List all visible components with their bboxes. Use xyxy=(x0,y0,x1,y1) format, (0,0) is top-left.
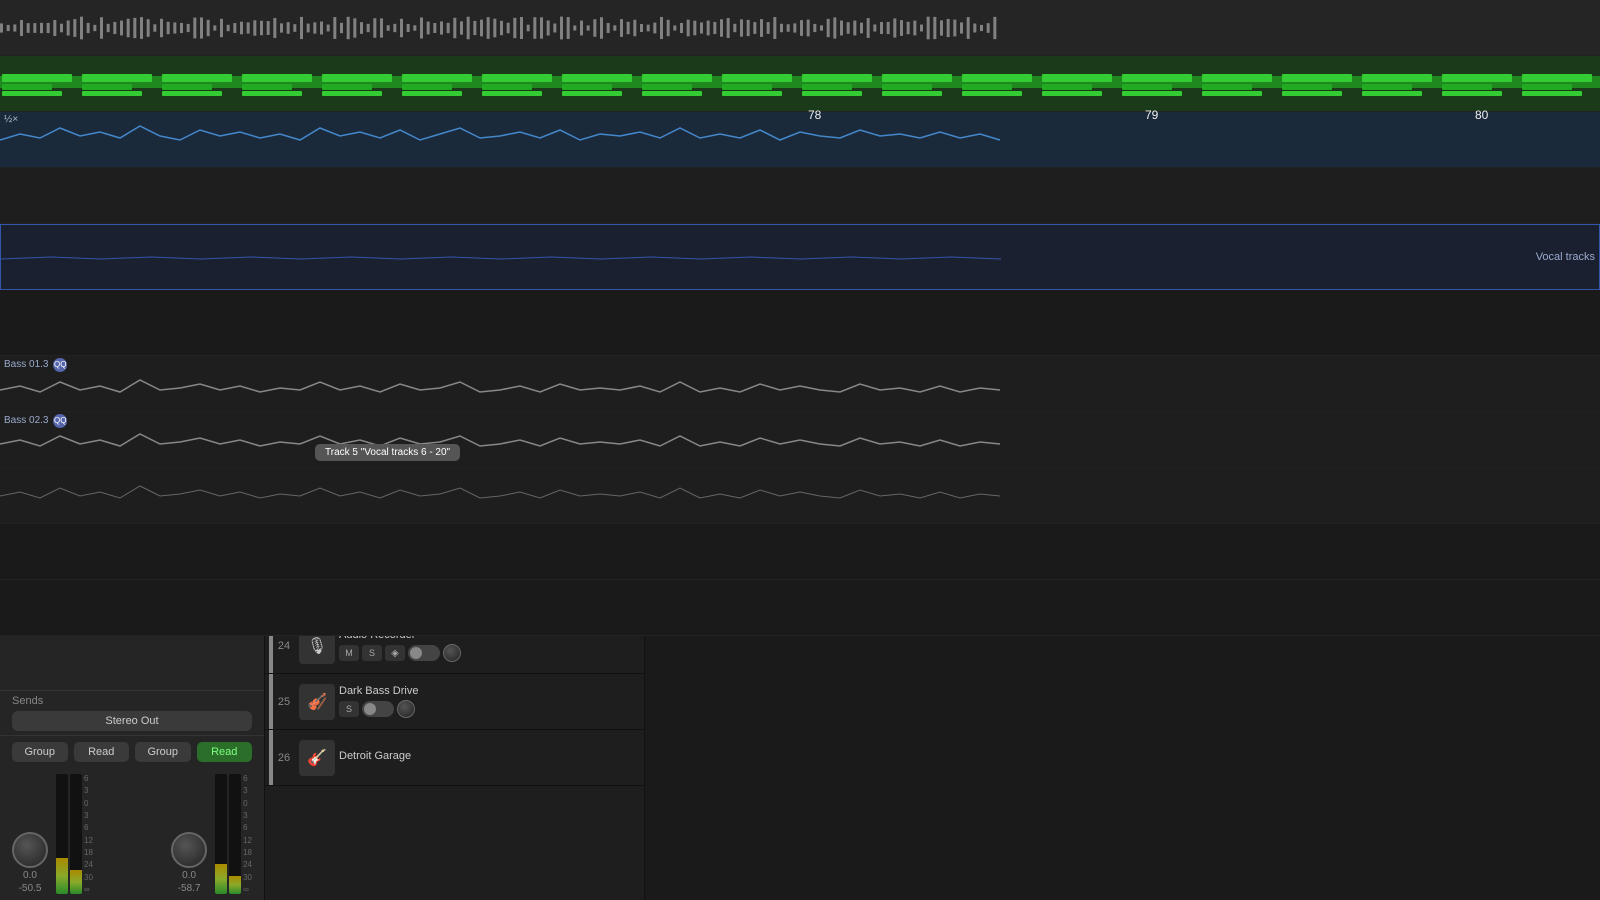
track-lane-5: Vocal tracks xyxy=(655,224,1600,290)
track-lane-21 xyxy=(655,300,1600,356)
waveform-5 xyxy=(655,229,1599,285)
track-lane-25 xyxy=(655,524,1600,580)
track-lane-23: Bass 02.3 QQ xyxy=(655,412,1600,468)
track-lane-2 xyxy=(655,100,1600,112)
waveform-23 xyxy=(655,426,1600,463)
waveform-22 xyxy=(655,370,1600,407)
waveform-3 xyxy=(655,116,1600,163)
track-lane-22: Bass 01.3 QQ xyxy=(655,356,1600,412)
track-lane-3: ½× xyxy=(655,112,1600,168)
track-lane-26 xyxy=(655,580,1600,636)
track-lane-24 xyxy=(655,468,1600,524)
midi-lane-content xyxy=(655,100,1600,107)
main-arrangement-area: 78 79 80 // Generate waveform path inlin… xyxy=(655,100,1600,900)
tooltip: Track 5 "Vocal tracks 6 - 20" xyxy=(315,444,460,461)
ruler-mark-80: 80 xyxy=(1475,108,1488,122)
main-layout: ▼ Region: MIDI Defaults Mute: Loop: Quan… xyxy=(0,100,1600,900)
track-lane-4 xyxy=(655,168,1600,224)
ruler-mark-79: 79 xyxy=(1145,108,1158,122)
tooltip-spacer-lane xyxy=(655,290,1600,300)
ruler-mark-78: 78 xyxy=(808,108,821,122)
waveform-24 xyxy=(655,472,1600,519)
tracks-content[interactable]: // Generate waveform path inline - will … xyxy=(655,100,1600,900)
